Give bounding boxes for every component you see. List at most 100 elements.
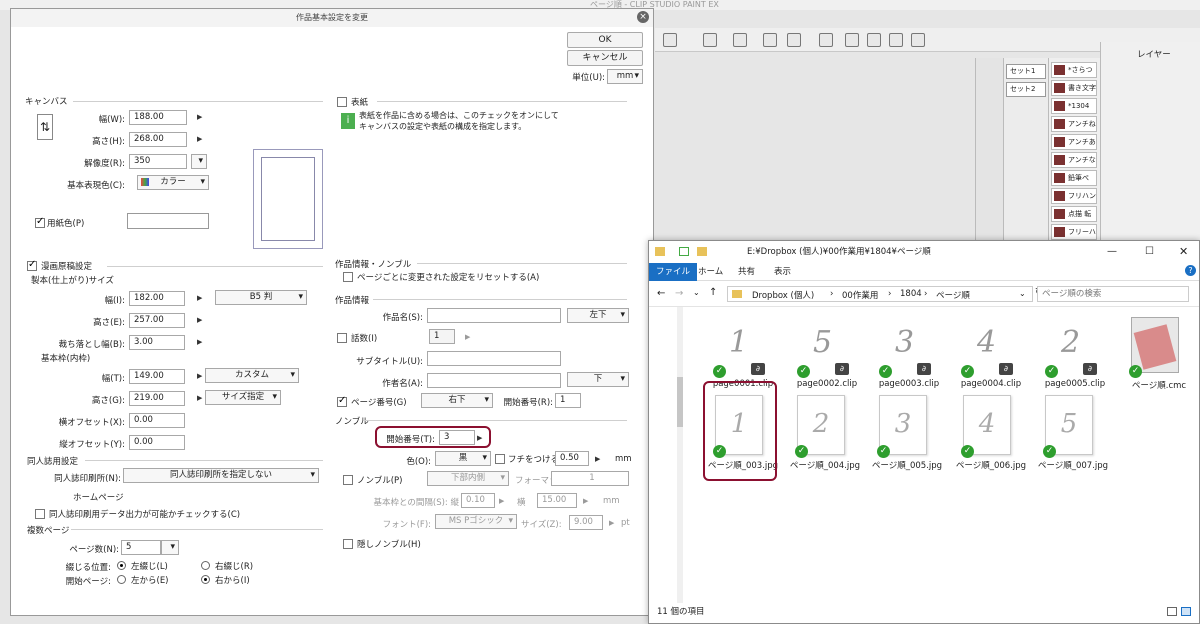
brush-item[interactable]: 鉛筆ぺ (1051, 170, 1097, 186)
layer-tab[interactable]: レイヤー (1137, 48, 1171, 60)
toolbar-icon[interactable] (889, 33, 903, 47)
scrollbar-thumb[interactable] (677, 377, 683, 427)
subtool-item[interactable]: セット2 (1006, 82, 1046, 97)
frame-height-input[interactable]: 219.00 (129, 391, 185, 406)
toolbar-icon[interactable] (663, 33, 677, 47)
file-tile[interactable]: 3 ✓ ページ順_005.jpg (865, 395, 943, 475)
reset-checkbox[interactable] (343, 272, 353, 282)
story-number-input[interactable]: 1 (429, 329, 455, 344)
history-dropdown-icon[interactable]: ⌄ (693, 288, 700, 297)
scrollbar[interactable] (677, 307, 683, 603)
breadcrumb-item[interactable]: 00作業用 (842, 289, 878, 301)
details-view-icon[interactable] (1167, 607, 1177, 616)
toolbar-icon[interactable] (819, 33, 833, 47)
tab-file[interactable]: ファイル (649, 263, 698, 281)
arrow-right-icon[interactable]: ▶ (595, 455, 600, 463)
arrow-right-icon[interactable]: ▶ (197, 338, 202, 346)
start-left-radio[interactable] (117, 575, 126, 584)
maximize-icon[interactable]: ☐ (1145, 241, 1154, 263)
canvas-height-input[interactable]: 268.00 (129, 132, 187, 147)
gap-vertical-input[interactable]: 0.10 (461, 493, 495, 508)
bind-right-radio[interactable] (201, 561, 210, 570)
nombre-checkbox[interactable] (343, 475, 353, 485)
border-input[interactable]: 0.50 (555, 451, 589, 466)
toolbar-icon[interactable] (787, 33, 801, 47)
file-tile[interactable]: 2 ✓ ページ順_004.jpg (783, 395, 861, 475)
file-tile[interactable]: 5 ✓ ページ順_007.jpg (1031, 395, 1109, 475)
file-tile[interactable]: 2 ✓ ∂ page0005.clip (1033, 317, 1111, 397)
page-number-checkbox[interactable] (337, 395, 347, 407)
resolution-input[interactable]: 350 (129, 154, 187, 169)
page-count-input[interactable]: 5 (121, 540, 161, 555)
x-offset-input[interactable]: 0.00 (129, 413, 185, 428)
file-tile[interactable]: ✓ ページ順.cmc (1117, 317, 1195, 397)
file-tile[interactable]: 4 ✓ ∂ page0004.clip (949, 317, 1027, 397)
subtool-item[interactable]: セット1 (1006, 64, 1046, 79)
arrow-right-icon[interactable]: ▶ (197, 394, 202, 402)
forward-icon[interactable]: → (675, 288, 683, 299)
nombre-color-select[interactable]: 黒 (435, 451, 491, 466)
start-right-radio[interactable] (201, 575, 210, 584)
font-select[interactable]: MS Pゴシック (435, 514, 517, 529)
arrow-right-icon[interactable]: ▶ (583, 497, 588, 505)
gap-horizontal-input[interactable]: 15.00 (537, 493, 577, 508)
frame-width-input[interactable]: 149.00 (129, 369, 185, 384)
unit-select[interactable]: mm (607, 69, 643, 84)
title-position-select[interactable]: 左下 (567, 308, 629, 323)
toolbar-icon[interactable] (911, 33, 925, 47)
nombre-position-select[interactable]: 下部内側 (427, 471, 509, 486)
brush-item[interactable]: 書き文字 (1051, 80, 1097, 96)
ok-button[interactable]: OK (567, 32, 643, 48)
size-spec-button[interactable]: サイズ指定 (205, 390, 281, 405)
breadcrumb-item[interactable]: ページ順 (936, 289, 970, 301)
hidden-nombre-checkbox[interactable] (343, 539, 353, 549)
arrow-right-icon[interactable]: ▶ (197, 113, 202, 121)
arrow-right-icon[interactable]: ▶ (197, 294, 202, 302)
toolbar-icon[interactable] (867, 33, 881, 47)
brush-item[interactable]: *1304さ (1051, 98, 1097, 124)
page-count-dropdown[interactable] (161, 540, 179, 555)
resolution-dropdown[interactable] (191, 154, 207, 169)
close-icon[interactable]: × (637, 11, 649, 23)
printer-check-checkbox[interactable] (35, 509, 45, 519)
breadcrumb-item[interactable]: Dropbox (個人) (752, 289, 814, 301)
author-input[interactable] (427, 373, 561, 388)
file-tile[interactable]: 5 ✓ ∂ page0002.clip (785, 317, 863, 397)
work-title-input[interactable] (427, 308, 561, 323)
help-icon[interactable]: ? (1185, 265, 1196, 276)
toolbar-icon[interactable] (703, 33, 717, 47)
font-size-input[interactable]: 9.00 (569, 515, 603, 530)
breadcrumb[interactable]: Dropbox (個人) › 00作業用 › 1804 › ページ順 (727, 286, 1033, 302)
printer-select[interactable]: 同人誌印刷所を指定しない (123, 468, 319, 483)
file-tile[interactable]: 3 ✓ ∂ page0003.clip (867, 317, 945, 397)
tab-view[interactable]: 表示 (767, 263, 798, 281)
up-icon[interactable]: ↑ (709, 287, 717, 298)
rotate-icon[interactable]: ⇅ (37, 114, 53, 140)
file-tile[interactable]: 4 ✓ ページ順_006.jpg (949, 395, 1027, 475)
arrow-right-icon[interactable]: ▶ (499, 497, 504, 505)
tab-share[interactable]: 共有 (731, 263, 762, 281)
canvas-width-input[interactable]: 188.00 (129, 110, 187, 125)
brush-item[interactable]: アンチな (1051, 152, 1097, 168)
size-preset-select[interactable]: B5 判 (215, 290, 307, 305)
brush-item[interactable]: アンチね (1051, 116, 1097, 132)
brush-item[interactable]: *さらつき (1051, 62, 1097, 88)
start-number-input[interactable]: 1 (555, 393, 581, 408)
close-icon[interactable]: ✕ (1179, 241, 1188, 263)
minimize-icon[interactable]: — (1107, 241, 1117, 263)
new-folder-icon[interactable] (697, 247, 707, 256)
help-icon[interactable] (845, 33, 859, 47)
breadcrumb-item[interactable]: 1804 (900, 289, 922, 299)
brush-item[interactable]: 点描 転 (1051, 206, 1097, 222)
subtitle-input[interactable] (427, 351, 561, 366)
bind-height-input[interactable]: 257.00 (129, 313, 185, 328)
cover-checkbox[interactable] (337, 97, 347, 107)
toolbar-icon[interactable] (763, 33, 777, 47)
cancel-button[interactable]: キャンセル (567, 50, 643, 66)
back-icon[interactable]: ← (657, 288, 665, 299)
paper-color-swatch[interactable] (127, 213, 209, 229)
address-dropdown-icon[interactable]: ⌄ (1019, 289, 1026, 298)
bind-left-radio[interactable] (117, 561, 126, 570)
author-position-select[interactable]: 下 (567, 372, 629, 387)
page-number-position-select[interactable]: 右下 (421, 393, 493, 408)
